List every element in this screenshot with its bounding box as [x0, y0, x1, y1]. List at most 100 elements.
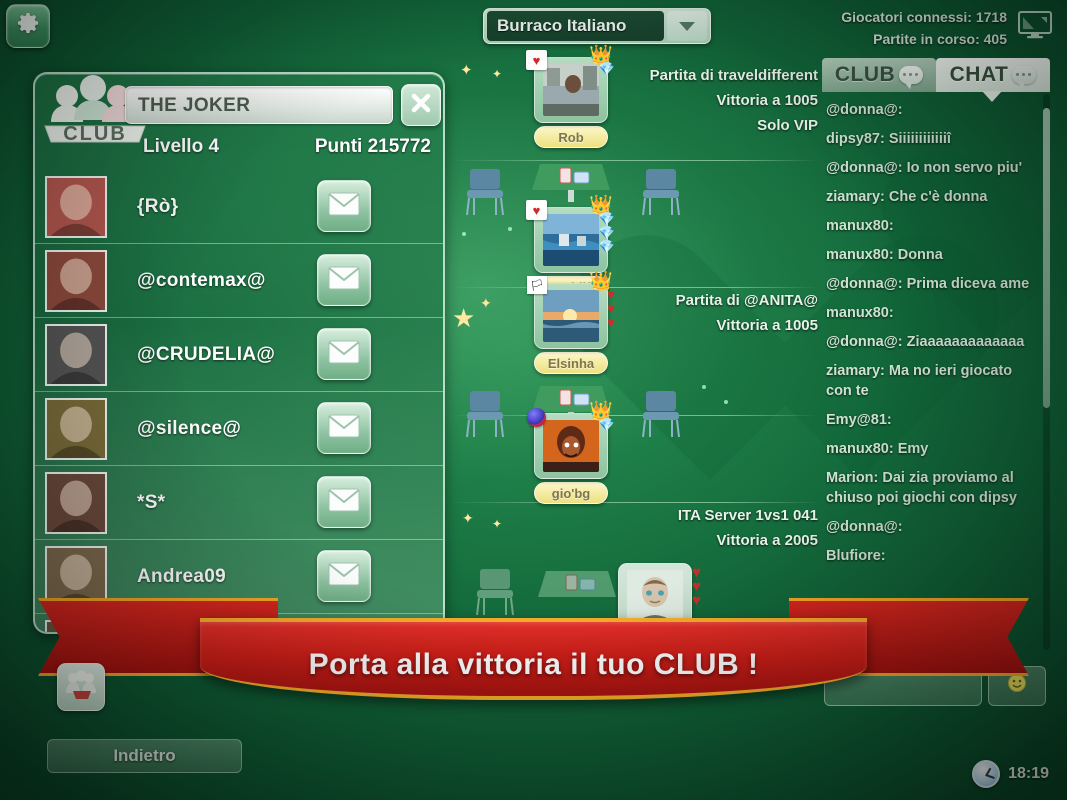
game-selector[interactable]: Burraco Italiano [483, 8, 711, 44]
dot [508, 227, 512, 231]
chat-message: @donna@: Prima diceva ame [826, 276, 1030, 292]
game-screen: Burraco Italiano Giocatori connessi: 171… [0, 0, 1067, 800]
table-info-line: Vittoria a 1005 [716, 317, 818, 334]
send-message-button[interactable] [317, 402, 371, 454]
envelope-icon [328, 266, 360, 295]
player-name: Elsinha [534, 352, 608, 374]
avatar [543, 64, 599, 116]
sparkle-icon: ✦ [480, 295, 492, 311]
club-member-row[interactable]: @contemax@ [35, 244, 443, 318]
table-host-seat[interactable]: 👑 💎 gio'bg [527, 402, 615, 504]
sparkle-icon: ✦ [492, 67, 503, 81]
tab-club[interactable]: CLUB [822, 58, 936, 92]
send-message-button[interactable] [317, 328, 371, 380]
avatar [45, 323, 107, 386]
table-info: ITA Server 1vs1 041 Vittoria a 2005 [678, 503, 818, 553]
envelope-icon [328, 414, 360, 443]
player-name: Rob [534, 126, 608, 148]
avatar [45, 397, 107, 460]
heart-icon: ♥ [607, 315, 615, 330]
chat-message: @donna@: Ziaaaaaaaaaaaaa [826, 334, 1025, 350]
promo-ribbon: Porta alla vittoria il tuo CLUB ! [0, 588, 1067, 708]
back-button[interactable]: Indietro [47, 739, 242, 773]
flag-badge-icon: 🏳 [527, 276, 547, 294]
game-selector-arrow[interactable] [667, 11, 707, 41]
settings-button[interactable] [6, 4, 50, 48]
chat-message: @donna@: Io non servo piu' [826, 160, 1023, 176]
ribbon-banner: Porta alla vittoria il tuo CLUB ! [200, 618, 867, 700]
club-panel: CLUB THE JOKER Livello 4 Punti 215772 {R… [33, 72, 445, 634]
table-info-line: ITA Server 1vs1 041 [677, 507, 818, 524]
avatar [45, 175, 107, 238]
chat-message: @donna@: [826, 519, 903, 535]
avatar [45, 249, 107, 312]
chat-message: Emy@81: [826, 412, 892, 428]
empty-seat[interactable] [640, 165, 686, 217]
ribbon-text: Porta alla vittoria il tuo CLUB ! [308, 648, 759, 681]
empty-seat[interactable] [464, 387, 510, 439]
fullscreen-button[interactable] [1017, 10, 1053, 40]
close-icon [409, 91, 433, 120]
club-header: CLUB THE JOKER [35, 74, 443, 145]
club-people-icon [64, 669, 98, 706]
tab-club-label: CLUB [834, 63, 896, 86]
close-button[interactable] [401, 84, 441, 126]
table-info-line: Vittoria a 2005 [716, 532, 818, 549]
gear-icon [15, 11, 41, 42]
envelope-icon [328, 192, 360, 221]
heart-badge-icon: ♥ [526, 50, 547, 70]
tables-lobby: ✦ ✦ ★ ✦ ✦ ✦ Partita di traveldifferent V… [452, 46, 818, 655]
gem-icon: 💎 [598, 417, 615, 432]
empty-seat[interactable] [464, 165, 510, 217]
game-selector-value: Burraco Italiano [487, 11, 664, 41]
club-member-row[interactable]: @CRUDELIA@ [35, 318, 443, 392]
chat-message-log[interactable]: @donna@: dipsy87: Siiiiiiiiiiiiî @donna@: … [822, 94, 1044, 650]
heart-badges: ♥ ♥ ♥ [607, 288, 615, 329]
chat-message: manux80: Emy [826, 441, 929, 457]
sparkle-icon: ★ [452, 303, 476, 333]
heart-icon: ♥ [607, 301, 615, 316]
monitor-icon [1017, 11, 1053, 44]
tab-chat[interactable]: CHAT [936, 58, 1050, 92]
chat-scrollbar[interactable] [1043, 94, 1050, 650]
sparkle-icon: ✦ [492, 517, 503, 531]
gem-icon: 💎 [598, 61, 615, 76]
club-name-field[interactable]: THE JOKER [125, 86, 393, 124]
table-host-seat[interactable]: 🏳 👑 ♥ ♥ ♥ Elsinha [527, 272, 615, 374]
club-member-row[interactable]: *S* [35, 466, 443, 540]
table-info-line: Vittoria a 1005 [716, 92, 818, 109]
send-message-button[interactable] [317, 476, 371, 528]
chat-message: manux80: [826, 218, 894, 234]
avatar [543, 420, 599, 472]
chat-message: Blufiore: [826, 548, 886, 564]
club-member-row[interactable]: {Rò} [35, 170, 443, 244]
club-shortcut-button[interactable] [57, 663, 105, 711]
send-message-button[interactable] [317, 254, 371, 306]
table-host-seat[interactable]: ♥ 👑 💎 Rob [526, 46, 615, 148]
clock: 18:19 [972, 760, 1049, 788]
chat-tabs: CLUB CHAT [822, 58, 1050, 92]
empty-seat[interactable] [640, 387, 686, 439]
table-info-line: Solo VIP [757, 117, 818, 134]
send-message-button[interactable] [317, 180, 371, 232]
club-member-list[interactable]: {Rò} @contemax@ @CRUDELIA@ @silence@ *S* Andr… [35, 170, 443, 632]
envelope-icon [328, 488, 360, 517]
chat-bubble-icon [1012, 66, 1037, 89]
gem-icon: 💎 [598, 211, 615, 226]
table-info: Partita di @ANITA@ Vittoria a 1005 [676, 288, 818, 338]
gem-badges: 💎 [599, 62, 615, 75]
chat-message: Marion: Dai zia proviamo al chiuso poi g… [826, 470, 1017, 506]
clock-icon [972, 760, 1001, 788]
chat-bubble-icon [899, 66, 924, 89]
tab-chat-label: CHAT [949, 63, 1009, 86]
club-member-row[interactable]: @silence@ [35, 392, 443, 466]
player-avatar-frame: 👑 💎 [527, 402, 615, 479]
club-member-name: *S* [137, 491, 166, 513]
club-member-name: @silence@ [137, 417, 242, 439]
envelope-icon [328, 562, 360, 591]
sparkle-icon: ✦ [462, 510, 474, 526]
chat-message: manux80: [826, 305, 894, 321]
club-stats-row: Livello 4 Punti 215772 [35, 136, 443, 170]
ball-badge-icon [527, 408, 546, 427]
dot [702, 385, 706, 389]
